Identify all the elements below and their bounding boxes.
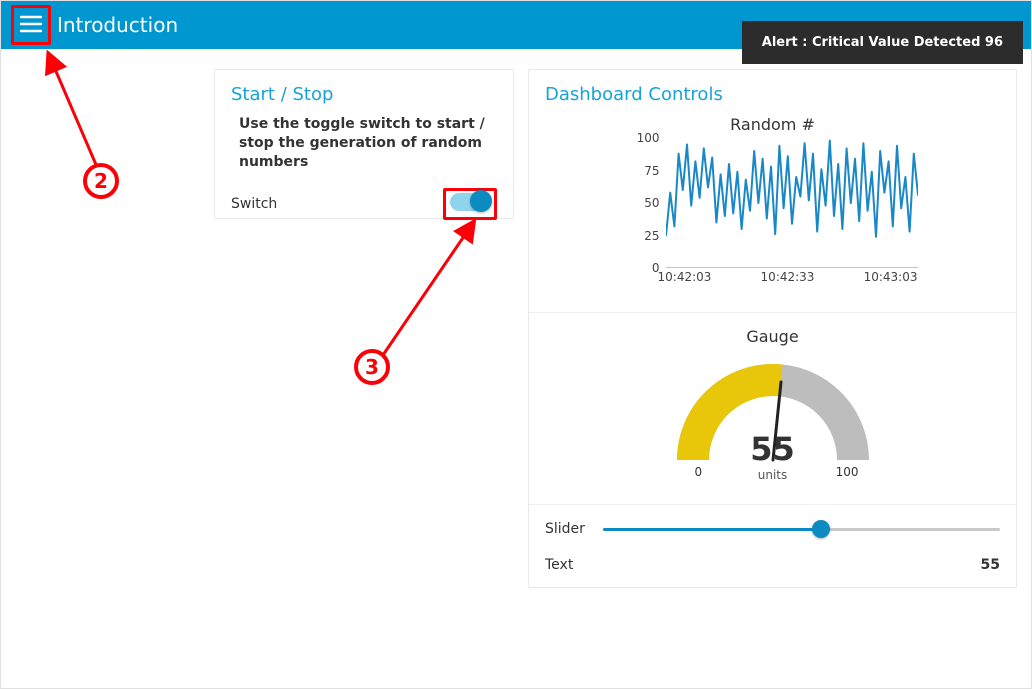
gauge-value: 55: [673, 430, 873, 468]
x-axis-ticks: 10:42:03 10:42:33 10:43:03: [628, 270, 918, 284]
generator-switch[interactable]: [450, 193, 490, 211]
slider-row: Slider: [545, 519, 1000, 539]
slider-fill: [603, 528, 821, 531]
hamburger-icon: [20, 15, 42, 36]
switch-label: Switch: [231, 196, 277, 212]
callout-box-2: [11, 5, 51, 45]
dashboard-controls-card: Dashboard Controls Random # 100 75 50 25…: [528, 69, 1017, 588]
x-tick: 10:42:03: [658, 270, 712, 284]
x-tick: 10:42:33: [761, 270, 815, 284]
annotation-arrow-3: [377, 213, 487, 363]
text-row: Text 55: [545, 557, 1000, 573]
menu-button[interactable]: [14, 8, 48, 42]
text-label: Text: [545, 557, 573, 573]
chart-title: Random #: [545, 115, 1000, 134]
y-axis-ticks: 100 75 50 25 0: [628, 138, 662, 268]
gauge: 55 units 0 100: [673, 350, 873, 490]
y-tick: 100: [637, 131, 660, 145]
annotation-circle-2: 2: [83, 163, 119, 199]
gauge-title: Gauge: [545, 327, 1000, 346]
slider-label: Slider: [545, 521, 603, 537]
slider-knob[interactable]: [812, 520, 830, 538]
annotation-arrow-2: [41, 47, 111, 177]
y-tick: 50: [644, 196, 659, 210]
y-tick: 75: [644, 164, 659, 178]
alert-toast[interactable]: Alert : Critical Value Detected 96: [742, 21, 1023, 64]
annotation-circle-3: 3: [354, 349, 390, 385]
chart-svg: [666, 138, 918, 268]
gauge-min: 0: [695, 465, 703, 479]
page-title: Introduction: [57, 13, 178, 37]
switch-knob: [470, 190, 492, 212]
y-tick: 25: [644, 229, 659, 243]
gauge-max: 100: [836, 465, 859, 479]
slider[interactable]: [603, 519, 1000, 539]
random-chart: 100 75 50 25 0 10:42:03 10:42:33 10:43:0…: [628, 138, 918, 298]
divider: [529, 504, 1016, 505]
divider: [529, 312, 1016, 313]
x-tick: 10:43:03: [864, 270, 918, 284]
card-title: Start / Stop: [231, 84, 497, 105]
card-title: Dashboard Controls: [545, 84, 1000, 105]
instruction-text: Use the toggle switch to start / stop th…: [239, 115, 497, 172]
text-value: 55: [981, 557, 1000, 573]
start-stop-card: Start / Stop Use the toggle switch to st…: [214, 69, 514, 219]
